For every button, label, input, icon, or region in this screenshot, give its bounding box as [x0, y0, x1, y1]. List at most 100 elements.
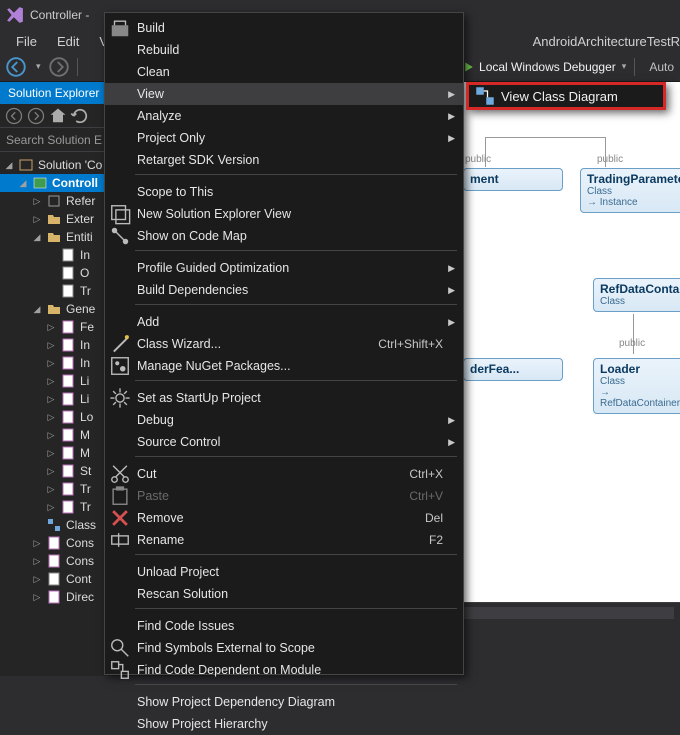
tree-label: Controll — [52, 176, 98, 190]
menu-item-label: Scope to This — [131, 185, 463, 199]
view-class-diagram-flyout[interactable]: View Class Diagram — [466, 82, 666, 110]
forward-icon[interactable] — [26, 106, 46, 126]
build-icon — [109, 17, 131, 39]
menu-separator — [105, 554, 463, 561]
nav-back-button[interactable] — [6, 57, 26, 77]
nav-forward-button[interactable] — [49, 57, 69, 77]
menu-item-label: Manage NuGet Packages... — [131, 359, 463, 373]
menu-item-find-code-dependent-on-module[interactable]: Find Code Dependent on Module — [105, 659, 463, 681]
menu-test[interactable]: Test — [647, 34, 671, 49]
menu-file[interactable]: File — [6, 32, 47, 51]
h-file-icon — [60, 463, 76, 479]
cpp-file-icon — [60, 265, 76, 281]
tree-label: Li — [80, 392, 89, 406]
menu-separator — [105, 608, 463, 615]
menu-item-label: Add — [131, 315, 463, 329]
h-file-icon — [60, 319, 76, 335]
menu-r[interactable]: R — [671, 34, 680, 49]
vs-logo-icon — [6, 6, 24, 24]
menu-item-label: Retarget SDK Version — [131, 153, 463, 167]
home-icon[interactable] — [48, 106, 68, 126]
menu-item-source-control[interactable]: Source Control▶ — [105, 431, 463, 453]
blank-icon — [109, 615, 131, 637]
finddep-icon — [109, 659, 131, 681]
menu-item-build-dependencies[interactable]: Build Dependencies▶ — [105, 279, 463, 301]
submenu-arrow-icon: ▶ — [448, 285, 455, 296]
menu-item-cut[interactable]: CutCtrl+X — [105, 463, 463, 485]
menu-item-analyze[interactable]: Analyze▶ — [105, 105, 463, 127]
remove-icon — [109, 507, 131, 529]
menu-item-paste[interactable]: PasteCtrl+V — [105, 485, 463, 507]
newview-icon — [109, 203, 131, 225]
menu-item-retarget-sdk-version[interactable]: Retarget SDK Version — [105, 149, 463, 171]
class-box[interactable]: derFea... — [463, 358, 563, 381]
menu-item-label: Find Symbols External to Scope — [131, 641, 463, 655]
play-icon — [463, 61, 475, 73]
tree-label: Tr — [80, 482, 91, 496]
view-class-diagram-label: View Class Diagram — [495, 89, 618, 104]
menu-item-show-project-dependency-diagram[interactable]: Show Project Dependency Diagram — [105, 691, 463, 713]
blank-icon — [109, 257, 131, 279]
menu-item-remove[interactable]: RemoveDel — [105, 507, 463, 529]
folder-icon — [46, 301, 62, 317]
class-box[interactable]: TradingParameter Class → Instance — [580, 168, 680, 213]
folder-icon — [46, 211, 62, 227]
menu-item-build[interactable]: Build — [105, 17, 463, 39]
menu-item-clean[interactable]: Clean — [105, 61, 463, 83]
class-sub: Class — [587, 186, 680, 197]
submenu-arrow-icon: ▶ — [448, 437, 455, 448]
menu-item-debug[interactable]: Debug▶ — [105, 409, 463, 431]
class-name: ment — [470, 172, 556, 186]
debug-target-selector[interactable]: Local Windows Debugger ▾ — [463, 60, 626, 74]
menu-item-show-project-hierarchy[interactable]: Show Project Hierarchy — [105, 713, 463, 735]
context-menu: BuildRebuildCleanView▶Analyze▶Project On… — [104, 12, 464, 675]
back-icon[interactable] — [4, 106, 24, 126]
menu-item-show-on-code-map[interactable]: Show on Code Map — [105, 225, 463, 247]
menu-item-new-solution-explorer-view[interactable]: New Solution Explorer View — [105, 203, 463, 225]
tree-label: O — [80, 266, 89, 280]
menu-item-add[interactable]: Add▶ — [105, 311, 463, 333]
tree-label: Exter — [66, 212, 94, 226]
menu-android[interactable]: Android — [533, 34, 578, 49]
menu-item-label: Rename — [131, 533, 429, 547]
menu-item-view[interactable]: View▶ — [105, 83, 463, 105]
menu-item-manage-nuget-packages[interactable]: Manage NuGet Packages... — [105, 355, 463, 377]
class-box[interactable]: ment — [463, 168, 563, 191]
public-label: public — [465, 154, 491, 165]
menu-item-rename[interactable]: RenameF2 — [105, 529, 463, 551]
class-name: TradingParameter — [587, 172, 680, 186]
blank-icon — [109, 61, 131, 83]
class-box[interactable]: RefDataContainer Class — [593, 278, 680, 312]
menu-item-label: Analyze — [131, 109, 463, 123]
menu-item-rebuild[interactable]: Rebuild — [105, 39, 463, 61]
tree-label: Tr — [80, 284, 91, 298]
separator — [77, 58, 78, 76]
menu-item-class-wizard[interactable]: Class Wizard...Ctrl+Shift+X — [105, 333, 463, 355]
submenu-arrow-icon: ▶ — [448, 263, 455, 274]
menu-item-rescan-solution[interactable]: Rescan Solution — [105, 583, 463, 605]
refresh-icon[interactable] — [70, 106, 90, 126]
menu-item-profile-guided-optimization[interactable]: Profile Guided Optimization▶ — [105, 257, 463, 279]
menu-item-unload-project[interactable]: Unload Project — [105, 561, 463, 583]
paste-icon — [109, 485, 131, 507]
blank-icon — [109, 279, 131, 301]
class-box[interactable]: Loader Class → RefDataContainer — [593, 358, 680, 414]
class-sub: Class — [600, 376, 680, 387]
auto-label: Auto — [649, 60, 674, 74]
menu-item-find-symbols-external-to-scope[interactable]: Find Symbols External to Scope — [105, 637, 463, 659]
menu-item-scope-to-this[interactable]: Scope to This — [105, 181, 463, 203]
menu-item-find-code-issues[interactable]: Find Code Issues — [105, 615, 463, 637]
h-file-icon — [60, 499, 76, 515]
menu-item-set-as-startup-project[interactable]: Set as StartUp Project — [105, 387, 463, 409]
menu-item-label: Profile Guided Optimization — [131, 261, 463, 275]
menu-separator — [105, 250, 463, 257]
menu-item-label: Class Wizard... — [131, 337, 378, 351]
menu-architecture[interactable]: Architecture — [577, 34, 646, 49]
menu-item-project-only[interactable]: Project Only▶ — [105, 127, 463, 149]
menu-edit[interactable]: Edit — [47, 32, 89, 51]
tree-label: M — [80, 428, 90, 442]
menu-separator — [105, 684, 463, 691]
submenu-arrow-icon: ▶ — [448, 133, 455, 144]
auto-dropdown[interactable]: Auto — [643, 60, 680, 74]
cpp-file-icon — [60, 283, 76, 299]
